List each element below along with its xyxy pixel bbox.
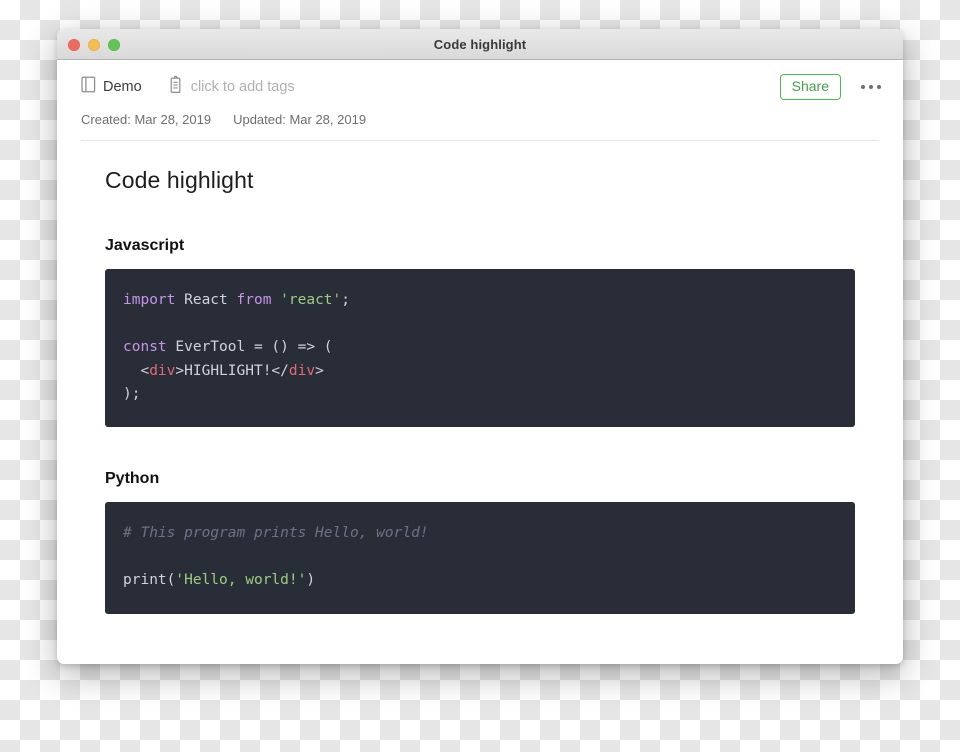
section-heading-javascript: Javascript: [105, 237, 185, 255]
code-token-kw: const: [123, 339, 167, 356]
code-token-str: 'Hello, world!': [175, 572, 307, 589]
notebook-name: Demo: [103, 79, 142, 96]
updated-date: Updated: Mar 28, 2019: [233, 112, 367, 128]
section-heading-python: Python: [105, 470, 160, 488]
share-button[interactable]: Share: [779, 74, 841, 101]
tag-field[interactable]: click to add tags: [168, 75, 295, 99]
code-token-tag: div: [288, 362, 316, 379]
note-window: Code highlight Demo click to add tags Sh…: [57, 29, 903, 664]
notebook-selector[interactable]: Demo: [81, 76, 142, 98]
code-token-tag: div: [149, 362, 176, 379]
note-body[interactable]: Code highlight Javascript import React f…: [57, 141, 903, 664]
notebook-icon: [81, 76, 96, 98]
minimize-button[interactable]: [88, 38, 100, 51]
note-title: Code highlight: [105, 167, 254, 194]
traffic-light-group: [68, 29, 120, 60]
created-date: Created: Mar 28, 2019: [81, 112, 212, 128]
tag-placeholder: click to add tags: [190, 79, 295, 96]
close-button[interactable]: [68, 38, 80, 51]
code-token-plain: >: [315, 362, 324, 379]
code-token-kw: from: [236, 292, 272, 309]
code-token-cmt: # This program prints Hello, world!: [123, 525, 429, 542]
code-token-plain: React: [175, 292, 237, 309]
code-token-plain: <: [123, 362, 150, 379]
code-token-plain: ;: [341, 292, 350, 309]
toolbar-actions: Share: [779, 74, 883, 101]
code-token-plain: ): [306, 572, 316, 589]
code-token-plain: );: [123, 386, 141, 403]
tag-icon: [168, 75, 183, 99]
code-token-str: 'react': [280, 292, 342, 309]
ellipsis-icon[interactable]: [859, 79, 883, 95]
code-block-python[interactable]: # This program prints Hello, world! prin…: [105, 502, 855, 615]
zoom-button[interactable]: [108, 38, 120, 51]
code-token-plain: print(: [123, 572, 176, 589]
code-token-plain: EverTool = () => (: [166, 339, 333, 356]
code-block-javascript[interactable]: import React from 'react'; const EverToo…: [105, 269, 855, 428]
window-titlebar: Code highlight: [57, 29, 903, 60]
note-metadata: Created: Mar 28, 2019 Updated: Mar 28, 2…: [57, 100, 903, 127]
window-title: Code highlight: [433, 36, 527, 52]
code-token-plain: >HIGHLIGHT!</: [175, 362, 289, 379]
code-token-kw: import: [123, 292, 176, 309]
note-toolbar: Demo click to add tags Share: [57, 60, 903, 101]
